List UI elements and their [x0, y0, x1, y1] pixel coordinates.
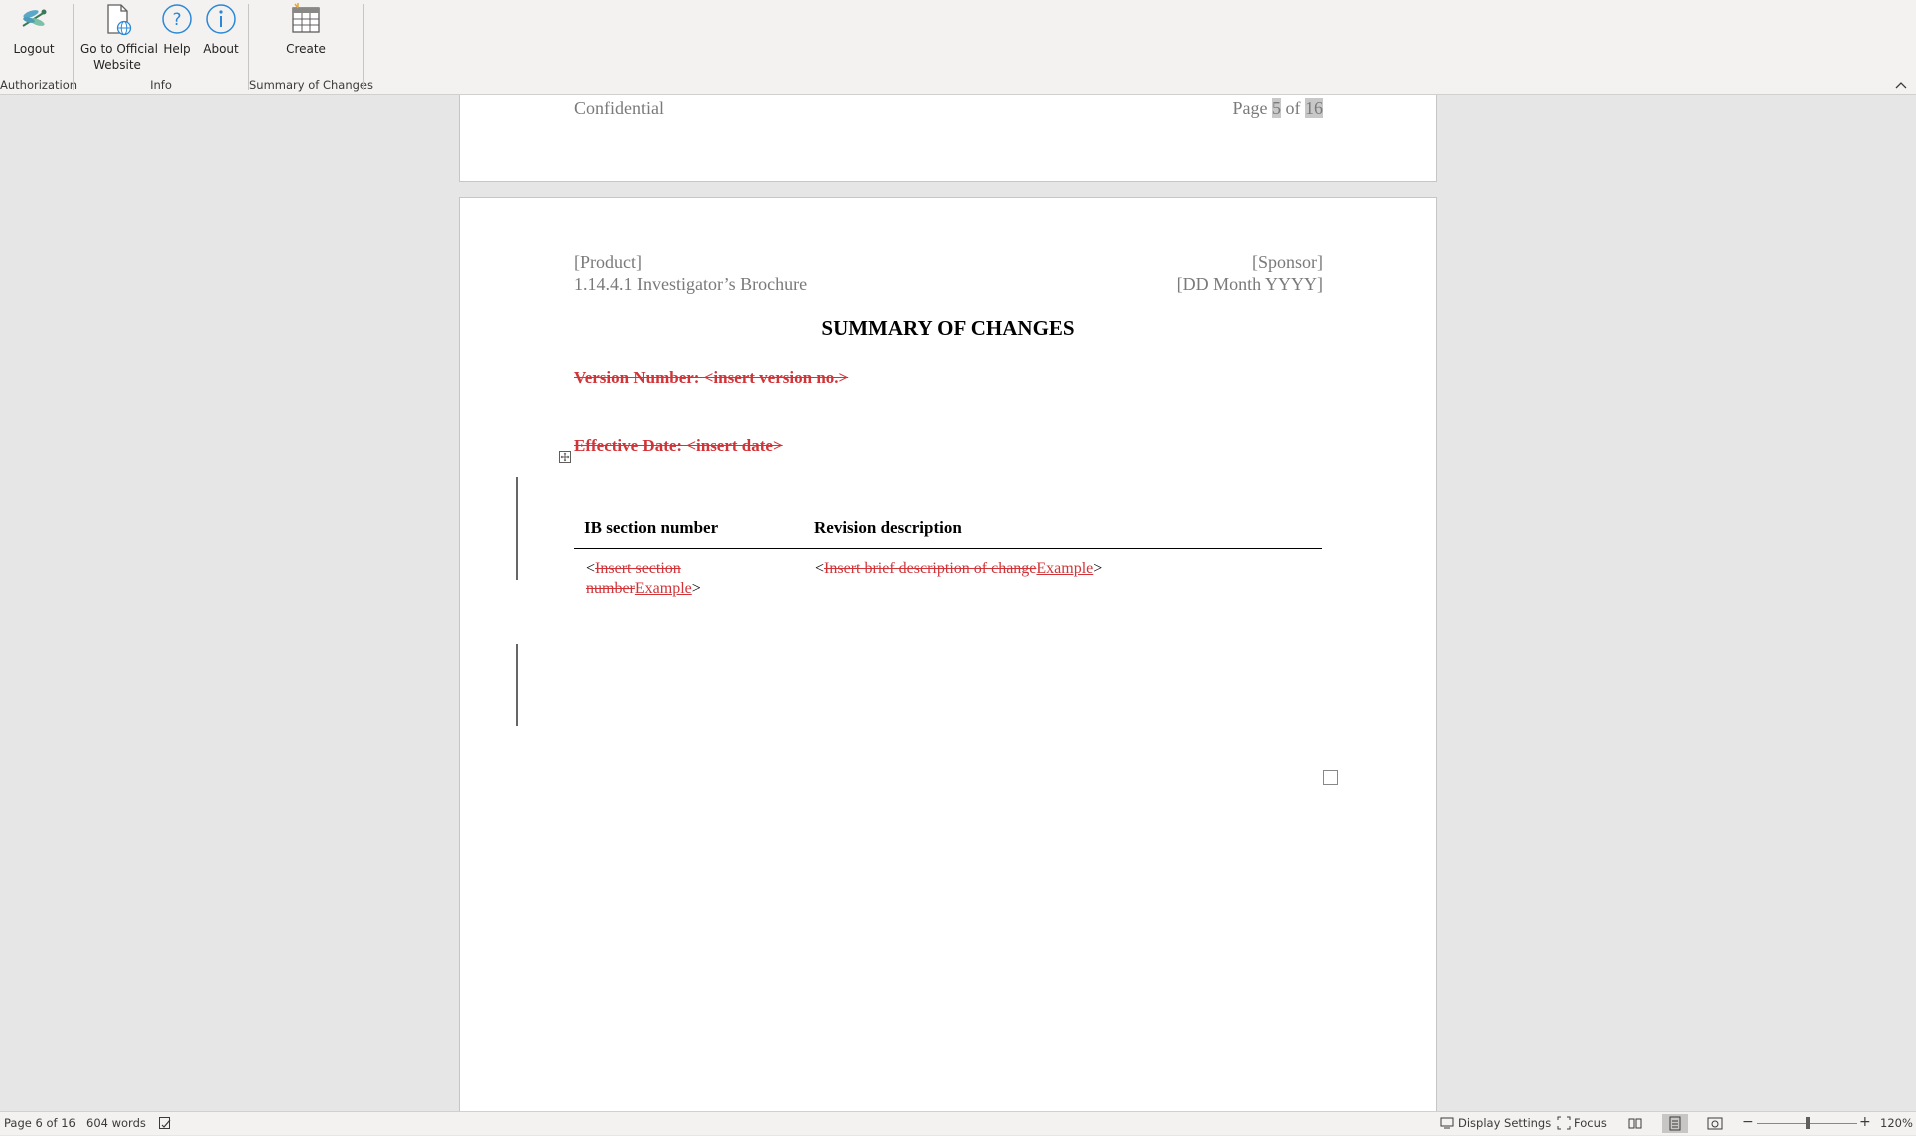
group-label-authorization: Authorization [0, 78, 78, 92]
footer-page-number: Page 5 of 16 [1232, 98, 1323, 119]
display-settings-button[interactable]: Display Settings [1458, 1116, 1551, 1130]
table-cell-revision-description[interactable]: <Insert brief description of changeExamp… [815, 559, 1315, 579]
help-circle-icon: ? [162, 4, 192, 34]
collapse-ribbon-icon[interactable] [1894, 80, 1908, 90]
status-bar: Page 6 of 16 604 words Display Settings … [0, 1111, 1916, 1135]
about-label: About [203, 42, 239, 56]
logout-button[interactable]: Logout [8, 2, 60, 57]
cell-deleted-text: Insert brief description of change [824, 560, 1037, 577]
cell-inserted-text: Example [1036, 560, 1094, 577]
cell-close-bracket: > [1093, 560, 1103, 577]
official-website-label-2: Website [93, 58, 141, 72]
web-layout-button[interactable] [1702, 1114, 1728, 1133]
footer-page-current: 5 [1272, 98, 1281, 118]
cell-deleted-text: number [586, 580, 635, 597]
group-label-summary-of-changes: Summary of Changes [249, 78, 373, 92]
header-sponsor: [Sponsor] [1252, 252, 1323, 272]
print-layout-button[interactable] [1662, 1114, 1688, 1133]
ribbon-separator [363, 4, 364, 90]
ribbon-group-summary-of-changes: Create Summary of Changes [249, 0, 373, 94]
footer-page-of: of [1285, 98, 1301, 118]
zoom-out-button[interactable]: − [1742, 1114, 1754, 1130]
table-header-rule [574, 548, 1322, 549]
display-settings-icon [1440, 1117, 1454, 1129]
change-bar [516, 644, 518, 726]
zoom-in-button[interactable]: + [1859, 1114, 1871, 1130]
focus-icon [1557, 1116, 1571, 1130]
table-move-handle-icon[interactable] [559, 451, 571, 463]
footer-page-prefix: Page [1232, 98, 1268, 118]
document-canvas[interactable]: Confidential Page 5 of 16 [Product] 1.14… [0, 95, 1916, 1111]
object-anchor[interactable] [1323, 770, 1338, 785]
web-document-icon [107, 4, 132, 36]
info-circle-icon [206, 4, 236, 34]
help-button[interactable]: ? Help [160, 2, 194, 57]
zoom-slider-thumb[interactable] [1806, 1117, 1810, 1129]
logout-label: Logout [13, 42, 55, 56]
page-count[interactable]: Page 6 of 16 [4, 1116, 76, 1130]
header-date: [DD Month YYYY] [1176, 274, 1323, 294]
cell-deleted-text: Insert section [595, 560, 681, 577]
group-label-info: Info [150, 78, 172, 92]
print-layout-icon [1669, 1116, 1681, 1131]
web-layout-icon [1707, 1117, 1723, 1130]
about-button[interactable]: About [200, 2, 242, 57]
cell-inserted-text: Example [634, 580, 692, 597]
svg-text:?: ? [172, 10, 181, 30]
change-bar [516, 477, 518, 580]
table-cell-ib-section[interactable]: <Insert section numberExample> [586, 559, 796, 599]
cell-open-bracket: < [815, 560, 825, 577]
create-table-icon [292, 3, 320, 33]
ribbon-group-info: Go to Official Website ? Help About Info [74, 0, 248, 94]
word-count[interactable]: 604 words [86, 1116, 146, 1130]
page-title: SUMMARY OF CHANGES [821, 316, 1075, 340]
zoom-level[interactable]: 120% [1880, 1116, 1913, 1130]
header-doc-name: 1.14.4.1 Investigator’s Brochure [574, 274, 808, 294]
document-page-previous: Confidential Page 5 of 16 [459, 95, 1437, 182]
create-button[interactable]: Create [283, 2, 329, 57]
focus-button[interactable]: Focus [1574, 1116, 1607, 1130]
table-header-revision-description: Revision description [814, 518, 962, 537]
version-number-line[interactable]: Version Number: <insert version no.> [574, 368, 848, 388]
read-mode-icon [1628, 1118, 1642, 1129]
effective-date-line[interactable]: Effective Date: <insert date> [574, 436, 783, 456]
official-website-label-1: Go to Official [80, 42, 158, 56]
create-label: Create [286, 42, 326, 56]
cell-close-bracket: > [691, 580, 701, 597]
official-website-button[interactable]: Go to Official Website [80, 2, 158, 73]
table-header-ib-section: IB section number [584, 518, 719, 537]
proofing-icon[interactable] [158, 1116, 172, 1130]
read-mode-button[interactable] [1622, 1114, 1648, 1133]
help-label: Help [163, 42, 191, 56]
header-product: [Product] [574, 252, 642, 272]
footer-confidential: Confidential [574, 98, 664, 118]
cell-open-bracket: < [586, 560, 596, 577]
document-page-current[interactable]: [Product] 1.14.4.1 Investigator’s Brochu… [459, 197, 1437, 1111]
ribbon: Logout Authorization Go to Official Webs… [0, 0, 1916, 95]
ribbon-group-authorization: Logout Authorization [0, 0, 78, 94]
footer-page-total: 16 [1305, 98, 1323, 118]
dragonfly-icon [22, 9, 47, 27]
